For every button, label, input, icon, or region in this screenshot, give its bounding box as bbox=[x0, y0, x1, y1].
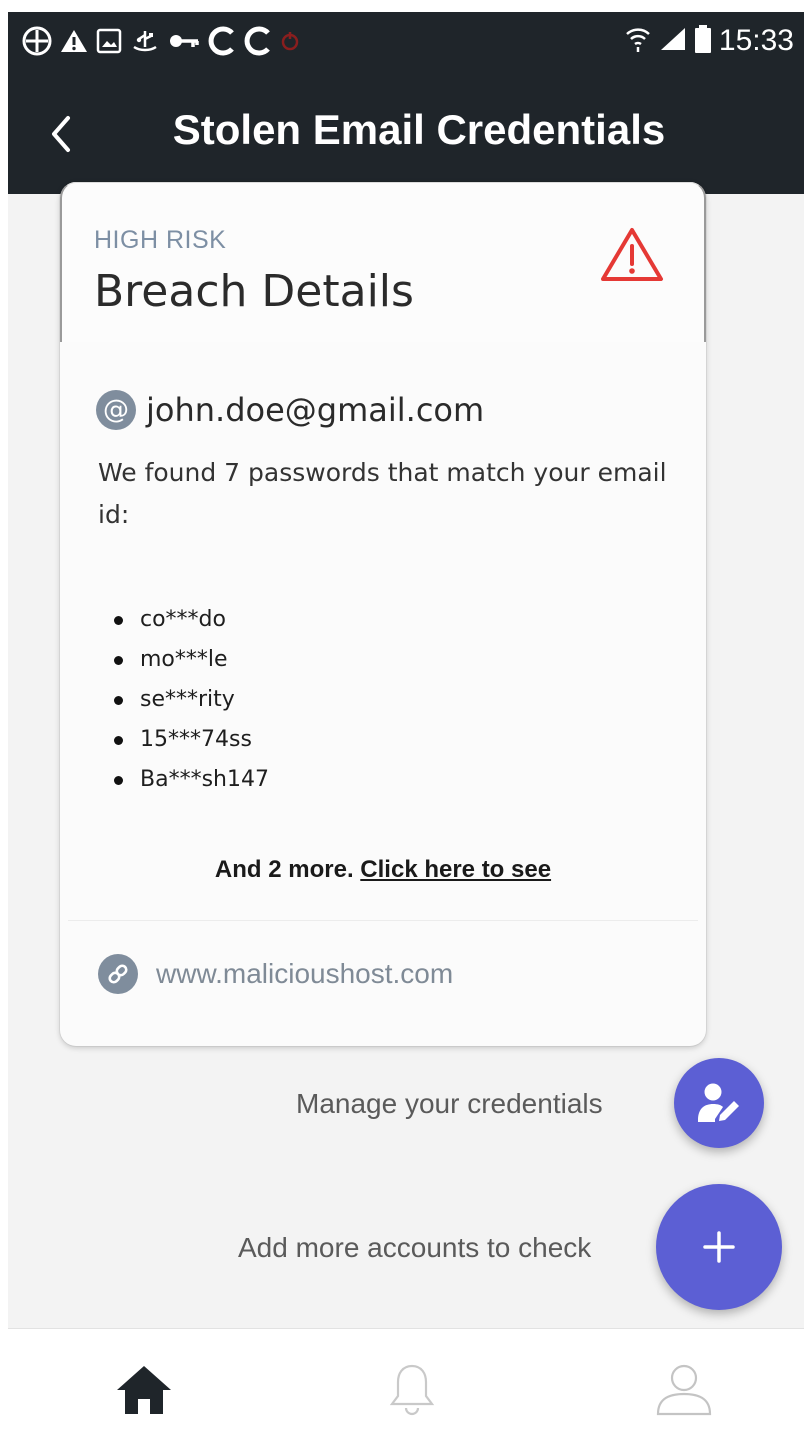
game-icon bbox=[22, 26, 52, 56]
link-icon bbox=[98, 954, 138, 994]
risk-level-label: HIGH RISK bbox=[94, 226, 227, 254]
signal-icon bbox=[659, 26, 687, 57]
list-item: Ba***sh147 bbox=[114, 760, 269, 800]
breach-details-card: HIGH RISK Breach Details @ john.doe@gmai… bbox=[60, 182, 706, 1046]
list-item: se***rity bbox=[114, 680, 269, 720]
nav-notifications[interactable] bbox=[372, 1349, 452, 1429]
status-bar: 15:33 bbox=[8, 12, 804, 74]
list-item: 15***74ss bbox=[114, 720, 269, 760]
manage-credentials-button[interactable] bbox=[674, 1058, 764, 1148]
bottom-navigation bbox=[8, 1328, 804, 1446]
malicious-host-url[interactable]: www.malicioushost.com bbox=[156, 958, 453, 990]
image-icon bbox=[96, 28, 122, 54]
notification-icons bbox=[22, 24, 300, 58]
more-passwords-row: And 2 more. Click here to see bbox=[60, 856, 706, 884]
status-time: 15:33 bbox=[718, 24, 794, 57]
nav-home[interactable] bbox=[104, 1349, 184, 1429]
user-edit-icon bbox=[698, 1083, 739, 1122]
wifi-icon bbox=[625, 25, 651, 58]
profile-icon bbox=[656, 1364, 712, 1416]
warning-triangle-icon bbox=[601, 228, 663, 281]
card-title: Breach Details bbox=[94, 266, 414, 317]
c-icon bbox=[208, 26, 236, 56]
battery-icon bbox=[694, 24, 711, 58]
c-icon bbox=[244, 26, 272, 56]
system-indicators: 15:33 bbox=[625, 22, 794, 60]
email-address: john.doe@gmail.com bbox=[146, 391, 485, 429]
warning-icon bbox=[60, 28, 88, 54]
more-count-text: And 2 more. bbox=[214, 856, 354, 883]
add-accounts-label[interactable]: Add more accounts to check bbox=[238, 1232, 591, 1264]
found-passwords-message: We found 7 passwords that match your ema… bbox=[98, 458, 667, 529]
key-icon bbox=[168, 30, 200, 52]
record-icon bbox=[280, 30, 300, 52]
plus-icon bbox=[703, 1231, 735, 1263]
home-icon bbox=[117, 1366, 171, 1414]
email-row: @ john.doe@gmail.com bbox=[96, 390, 484, 430]
page-title: Stolen Email Credentials bbox=[172, 106, 666, 153]
phone-screen: 15:33 Stolen Email Credentials HIGH RISK… bbox=[8, 12, 804, 1446]
nav-profile[interactable] bbox=[644, 1349, 724, 1429]
at-sign-icon: @ bbox=[96, 390, 136, 430]
manage-credentials-label[interactable]: Manage your credentials bbox=[296, 1088, 603, 1120]
see-more-link[interactable]: Click here to see bbox=[360, 856, 551, 883]
list-item: co***do bbox=[114, 600, 269, 640]
list-item: mo***le bbox=[114, 640, 269, 680]
app-bar: Stolen Email Credentials bbox=[8, 74, 804, 194]
add-account-button[interactable] bbox=[656, 1184, 782, 1310]
host-row: www.malicioushost.com bbox=[98, 954, 453, 994]
usb-icon bbox=[130, 27, 160, 55]
bell-icon bbox=[389, 1364, 435, 1416]
divider bbox=[68, 920, 698, 921]
password-list: co***do mo***le se***rity 15***74ss Ba**… bbox=[114, 600, 269, 800]
